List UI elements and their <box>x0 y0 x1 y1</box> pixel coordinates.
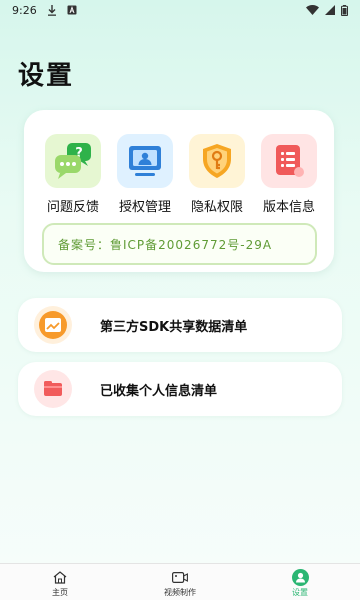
document-icon <box>261 134 317 188</box>
shield-key-icon <box>189 134 245 188</box>
tile-feedback[interactable]: ? 问题反馈 <box>45 134 101 215</box>
a-app-icon <box>67 5 77 15</box>
chart-folder-icon <box>34 306 72 344</box>
wifi-icon <box>306 5 319 15</box>
tile-privacy-label: 隐私权限 <box>190 200 243 215</box>
signal-icon <box>325 5 335 15</box>
settings-tiles: ? 问题反馈 授权管理 隐私权限 版本信息 <box>24 134 334 215</box>
icp-record: 备案号：鲁ICP备20026772号-29A <box>42 223 317 265</box>
monitor-user-icon <box>117 134 173 188</box>
user-circle-icon <box>291 568 309 586</box>
nav-settings-label: 设置 <box>292 588 308 597</box>
nav-home-label: 主页 <box>52 588 68 597</box>
battery-icon <box>341 4 348 16</box>
tile-privacy[interactable]: 隐私权限 <box>189 134 245 215</box>
tile-feedback-label: 问题反馈 <box>46 200 99 215</box>
status-bar: 9:26 <box>0 0 360 20</box>
nav-video[interactable]: 视频制作 <box>120 564 240 600</box>
page-title: 设置 <box>18 61 75 91</box>
list-item-label: 已收集个人信息清单 <box>100 383 218 399</box>
list-item-personal-info[interactable]: 已收集个人信息清单 <box>18 362 342 416</box>
home-icon <box>53 569 67 585</box>
video-camera-icon <box>172 569 188 585</box>
bottom-nav: 主页 视频制作 设置 <box>0 563 360 600</box>
tile-authorization[interactable]: 授权管理 <box>117 134 173 215</box>
nav-settings[interactable]: 设置 <box>240 564 360 600</box>
tile-authorization-label: 授权管理 <box>118 200 171 215</box>
folder-icon <box>34 370 72 408</box>
nav-home[interactable]: 主页 <box>0 564 120 600</box>
download-icon <box>47 4 57 16</box>
tile-version-label: 版本信息 <box>262 200 315 215</box>
tile-version[interactable]: 版本信息 <box>261 134 317 215</box>
status-time: 9:26 <box>12 3 37 17</box>
nav-video-label: 视频制作 <box>164 588 196 597</box>
list-item-third-party-sdk[interactable]: 第三方SDK共享数据清单 <box>18 298 342 352</box>
chat-question-icon: ? <box>45 134 101 188</box>
settings-card: ? 问题反馈 授权管理 隐私权限 版本信息 备案号：鲁ICP备20026772号… <box>24 110 334 272</box>
list-item-label: 第三方SDK共享数据清单 <box>100 319 248 335</box>
